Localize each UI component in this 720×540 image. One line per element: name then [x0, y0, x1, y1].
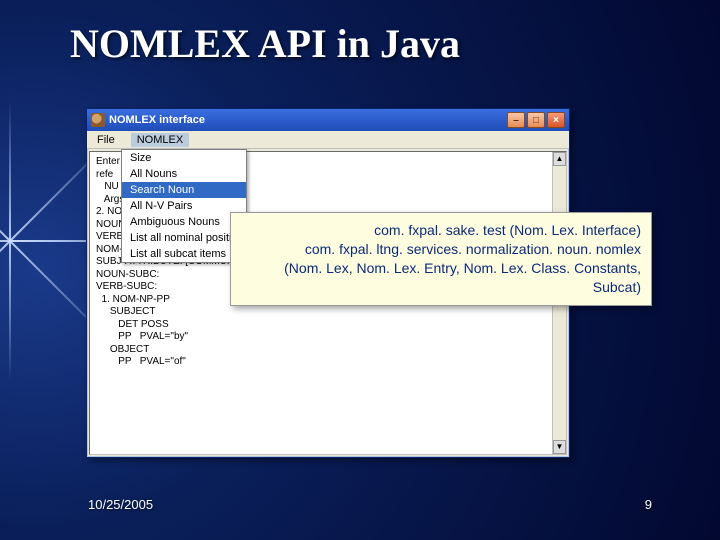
- java-icon: [91, 113, 105, 127]
- minimize-button[interactable]: –: [507, 112, 525, 128]
- api-callout-box: com. fxpal. sake. test (Nom. Lex. Interf…: [230, 212, 652, 306]
- footer-date: 10/25/2005: [88, 497, 153, 512]
- menu-nomlex[interactable]: NOMLEX: [131, 133, 189, 147]
- output-line: PP PVAL="of": [96, 356, 560, 369]
- background-flare: [0, 200, 90, 320]
- output-line: DET POSS: [96, 319, 560, 332]
- callout-line: (Nom. Lex, Nom. Lex. Entry, Nom. Lex. Cl…: [241, 259, 641, 297]
- footer-page-number: 9: [645, 497, 652, 512]
- output-line: SUBJECT: [96, 306, 560, 319]
- close-button[interactable]: ×: [547, 112, 565, 128]
- window-controls: – □ ×: [507, 112, 565, 128]
- maximize-button[interactable]: □: [527, 112, 545, 128]
- callout-line: com. fxpal. sake. test (Nom. Lex. Interf…: [241, 221, 641, 240]
- slide-title: NOMLEX API in Java: [70, 20, 460, 67]
- dropdown-item-search-noun[interactable]: Search Noun: [122, 182, 246, 198]
- output-line: PP PVAL="by": [96, 331, 560, 344]
- dropdown-item-ambiguous-nouns[interactable]: Ambiguous Nouns: [122, 214, 246, 230]
- callout-line: com. fxpal. ltng. services. normalizatio…: [241, 240, 641, 259]
- window-titlebar[interactable]: NOMLEX interface – □ ×: [87, 109, 569, 131]
- scroll-down-icon[interactable]: ▼: [553, 440, 566, 454]
- dropdown-item-list-nominal-positions[interactable]: List all nominal positions: [122, 230, 246, 246]
- menu-file[interactable]: File: [91, 133, 121, 147]
- dropdown-item-size[interactable]: Size: [122, 150, 246, 166]
- output-line: OBJECT: [96, 344, 560, 357]
- scroll-up-icon[interactable]: ▲: [553, 152, 566, 166]
- nomlex-dropdown: Size All Nouns Search Noun All N-V Pairs…: [121, 149, 247, 263]
- window-title: NOMLEX interface: [109, 114, 507, 126]
- dropdown-item-all-nv-pairs[interactable]: All N-V Pairs: [122, 198, 246, 214]
- dropdown-item-list-subcat-items[interactable]: List all subcat items: [122, 246, 246, 262]
- menu-bar: File NOMLEX: [87, 131, 569, 149]
- dropdown-item-all-nouns[interactable]: All Nouns: [122, 166, 246, 182]
